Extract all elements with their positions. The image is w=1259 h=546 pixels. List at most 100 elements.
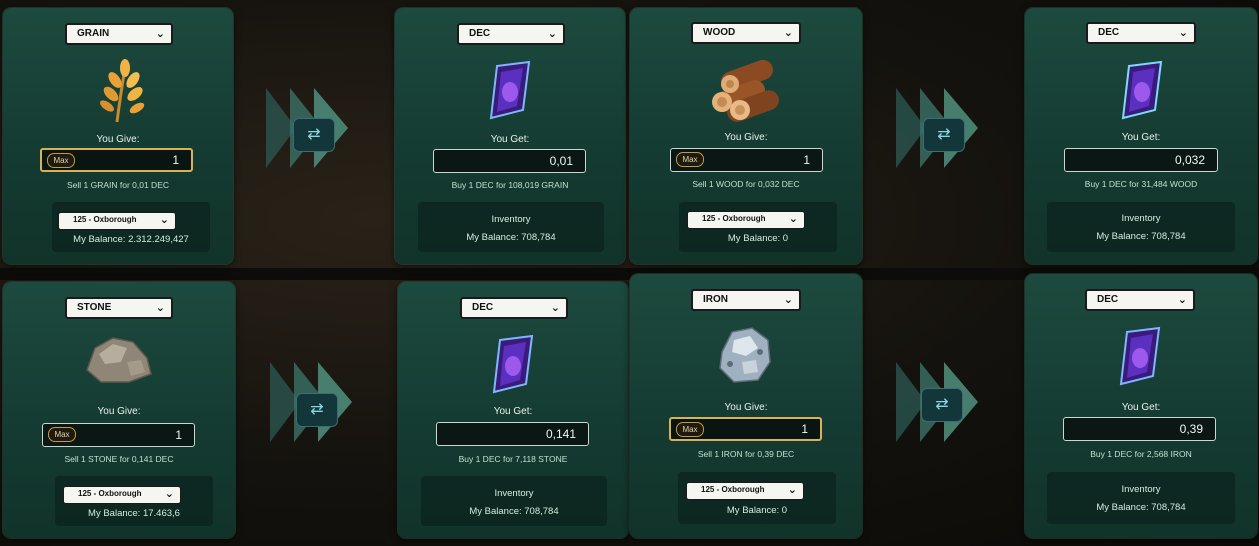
- dec-gem-icon: [483, 58, 535, 124]
- chevron-down-icon: ⌄: [164, 488, 174, 500]
- give-amount-input[interactable]: Max 1: [669, 417, 822, 441]
- get-balance-text: My Balance: 708,784: [1096, 502, 1186, 513]
- get-amount-input[interactable]: 0,141: [436, 422, 589, 446]
- buy-rate-text: Buy 1 DEC for 31,484 WOOD: [1084, 179, 1198, 189]
- get-panel-dec-3: DEC ⌄ You Get: 0,141 Buy 1 DEC for 7,118…: [398, 282, 628, 538]
- chevron-down-icon: ⌄: [1177, 294, 1187, 306]
- get-label: You Get:: [493, 406, 533, 417]
- dec-gem-icon: [1113, 324, 1165, 390]
- inventory-box: Inventory My Balance: 708,784: [1047, 472, 1235, 524]
- grain-icon: [89, 58, 149, 124]
- max-button[interactable]: Max: [47, 153, 75, 168]
- get-amount-input[interactable]: 0,39: [1063, 417, 1216, 441]
- give-panel-grain: GRAIN ⌄ You Give: Max 1 Sell 1 GRAIN for…: [3, 8, 233, 264]
- resource-select-wood[interactable]: WOOD ⌄: [691, 22, 801, 44]
- get-panel-dec-1: DEC ⌄ You Get: 0,01 Buy 1 DEC for 108,01…: [395, 8, 625, 264]
- get-amount-input[interactable]: 0,032: [1064, 148, 1218, 172]
- stone-icon: [81, 332, 155, 384]
- chevron-down-icon: ⌄: [547, 28, 557, 40]
- location-select[interactable]: 125 - Oxborough ⌄: [63, 486, 181, 504]
- max-button[interactable]: Max: [676, 422, 704, 437]
- sell-rate-text: Sell 1 IRON for 0,39 DEC: [697, 449, 795, 459]
- inventory-box: Inventory My Balance: 708,784: [421, 476, 607, 526]
- inventory-label: Inventory: [491, 214, 531, 225]
- give-amount-value: 1: [801, 422, 808, 436]
- chevron-down-icon: ⌄: [783, 27, 793, 39]
- get-balance-text: My Balance: 708,784: [466, 232, 556, 243]
- iron-icon: [712, 322, 778, 388]
- inventory-label: Inventory: [1121, 484, 1161, 495]
- resource-select-dec[interactable]: DEC ⌄: [457, 23, 565, 45]
- give-label: You Give:: [724, 132, 768, 143]
- get-amount-value: 0,01: [549, 154, 573, 168]
- chevron-down-icon: ⌄: [1178, 27, 1188, 39]
- location-select[interactable]: 125 - Oxborough ⌄: [687, 211, 805, 229]
- sell-rate-text: Sell 1 STONE for 0,141 DEC: [64, 454, 174, 464]
- inventory-box: Inventory My Balance: 708,784: [1047, 202, 1235, 252]
- get-panel-dec-2: DEC ⌄ You Get: 0,032 Buy 1 DEC for 31,48…: [1025, 8, 1257, 264]
- sell-rate-text: Sell 1 GRAIN for 0,01 DEC: [66, 180, 170, 190]
- resource-select-dec[interactable]: DEC ⌄: [460, 297, 568, 319]
- give-amount-input[interactable]: Max 1: [670, 148, 823, 172]
- location-select[interactable]: 125 - Oxborough ⌄: [58, 212, 176, 230]
- give-amount-input[interactable]: Max 1: [42, 423, 195, 447]
- resource-select-stone[interactable]: STONE ⌄: [65, 297, 173, 319]
- swap-button[interactable]: ⇄: [293, 118, 335, 152]
- wood-icon: [706, 58, 784, 124]
- chevron-down-icon: ⌄: [788, 213, 798, 225]
- give-label: You Give:: [97, 406, 141, 417]
- resource-select-value: GRAIN: [77, 28, 110, 39]
- give-balance-text: My Balance: 2.312.249,427: [73, 234, 189, 245]
- give-amount-input[interactable]: Max 1: [40, 148, 193, 172]
- buy-rate-text: Buy 1 DEC for 2,568 IRON: [1090, 449, 1192, 459]
- get-amount-value: 0,032: [1174, 153, 1205, 167]
- location-select-value: 125 - Oxborough: [701, 485, 765, 494]
- swap-button[interactable]: ⇄: [923, 118, 965, 152]
- resource-select-dec[interactable]: DEC ⌄: [1086, 22, 1196, 44]
- inventory-label: Inventory: [494, 488, 534, 499]
- location-box: 125 - Oxborough ⌄ My Balance: 0: [678, 472, 836, 524]
- get-label: You Get:: [1121, 132, 1161, 143]
- resource-select-value: DEC: [1097, 294, 1119, 305]
- max-button[interactable]: Max: [676, 152, 704, 167]
- sell-rate-text: Sell 1 WOOD for 0,032 DEC: [692, 179, 800, 189]
- give-balance-text: My Balance: 0: [727, 233, 789, 244]
- get-panel-dec-4: DEC ⌄ You Get: 0,39 Buy 1 DEC for 2,568 …: [1025, 274, 1257, 538]
- resource-select-value: DEC: [472, 302, 494, 313]
- resource-select-value: IRON: [703, 294, 728, 305]
- max-button[interactable]: Max: [48, 427, 76, 442]
- location-box: 125 - Oxborough ⌄ My Balance: 2.312.249,…: [52, 202, 210, 252]
- give-panel-wood: WOOD ⌄ You Give: Max 1 Sell 1 WOOD for 0…: [630, 8, 862, 264]
- give-balance-text: My Balance: 0: [726, 505, 788, 516]
- location-select-value: 125 - Oxborough: [702, 214, 766, 223]
- chevron-down-icon: ⌄: [155, 302, 165, 314]
- buy-rate-text: Buy 1 DEC for 7,118 STONE: [458, 454, 568, 464]
- resource-select-value: STONE: [77, 302, 112, 313]
- give-label: You Give:: [96, 134, 140, 145]
- location-box: 125 - Oxborough ⌄ My Balance: 17.463,6: [55, 476, 213, 526]
- chevron-down-icon: ⌄: [155, 28, 165, 40]
- location-select[interactable]: 125 - Oxborough ⌄: [686, 482, 804, 500]
- give-label: You Give:: [724, 402, 768, 413]
- resource-select-value: DEC: [1098, 27, 1120, 38]
- resource-select-grain[interactable]: GRAIN ⌄: [65, 23, 173, 45]
- get-amount-value: 0,141: [545, 427, 576, 441]
- give-amount-value: 1: [172, 153, 179, 167]
- get-balance-text: My Balance: 708,784: [469, 506, 559, 517]
- swap-button[interactable]: ⇄: [296, 393, 338, 427]
- get-amount-value: 0,39: [1179, 422, 1203, 436]
- get-amount-input[interactable]: 0,01: [433, 149, 586, 173]
- resource-select-iron[interactable]: IRON ⌄: [691, 289, 801, 311]
- get-label: You Get:: [1121, 402, 1161, 413]
- location-box: 125 - Oxborough ⌄ My Balance: 0: [679, 202, 837, 252]
- give-amount-value: 1: [803, 153, 810, 167]
- swap-button[interactable]: ⇄: [921, 388, 963, 422]
- give-panel-stone: STONE ⌄ You Give: Max 1 Sell 1 STONE for…: [3, 282, 235, 538]
- resource-select-value: WOOD: [703, 27, 736, 38]
- chevron-down-icon: ⌄: [550, 302, 560, 314]
- give-panel-iron: IRON ⌄ You Give: Max 1 Sell 1 IRON for 0…: [630, 274, 862, 538]
- resource-select-dec[interactable]: DEC ⌄: [1085, 289, 1195, 311]
- location-select-value: 125 - Oxborough: [78, 489, 142, 498]
- get-balance-text: My Balance: 708,784: [1096, 231, 1186, 242]
- get-label: You Get:: [490, 134, 530, 145]
